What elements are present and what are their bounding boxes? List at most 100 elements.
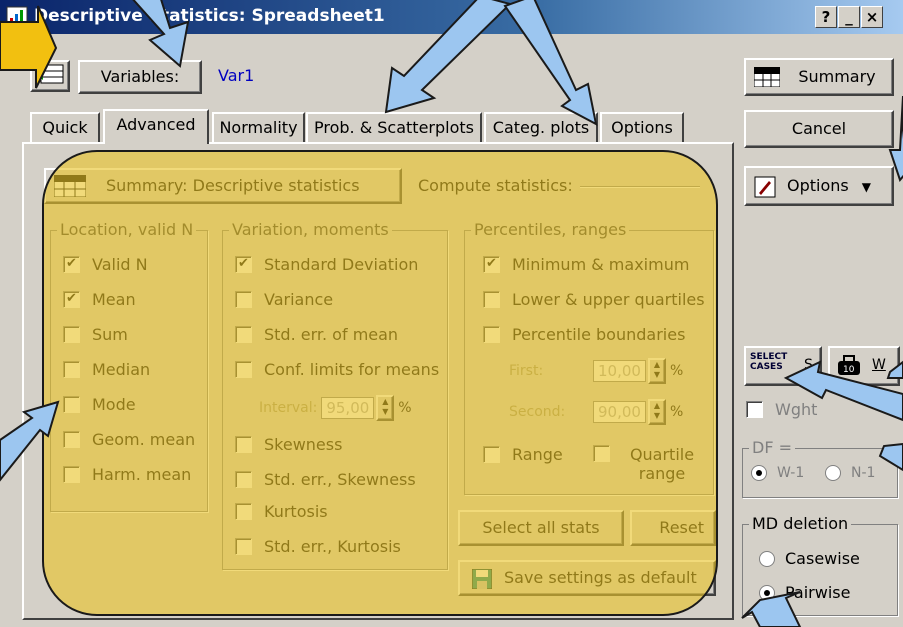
tab-normality[interactable]: Normality (212, 112, 305, 142)
std-err-skewness-checkbox[interactable]: Std. err., Skewness (235, 470, 416, 489)
second-spinner[interactable]: ▲ ▼ (647, 399, 666, 425)
percentile-boundaries-checkbox[interactable]: Percentile boundaries (483, 325, 685, 344)
options-dialog-icon (754, 176, 776, 198)
second-row: Second: 90,00 ▲ ▼ % (509, 399, 683, 425)
mean-checkbox[interactable]: ✔ Mean (63, 290, 136, 309)
checkbox-box (235, 361, 252, 378)
select-all-stats-button[interactable]: Select all stats (458, 510, 624, 546)
radio-circle (759, 550, 775, 567)
interval-row: Interval: 95,00 ▲ ▼ % (259, 395, 412, 421)
checkbox-box (235, 503, 252, 520)
tab-quick[interactable]: Quick (30, 112, 100, 142)
std-err-mean-checkbox[interactable]: Std. err. of mean (235, 325, 398, 344)
save-settings-button[interactable]: Save settings as default (458, 560, 716, 596)
checkbox-label: Minimum & maximum (512, 255, 690, 274)
df-n1-radio[interactable]: N-1 (825, 465, 875, 481)
tab-advanced[interactable]: Advanced (103, 109, 209, 144)
checkbox-box (63, 431, 80, 448)
weight-checkbox[interactable]: Wght (746, 400, 817, 419)
skewness-checkbox[interactable]: Skewness (235, 435, 342, 454)
tab-prob-scatterplots[interactable]: Prob. & Scatterplots (306, 112, 482, 142)
interval-input[interactable]: 95,00 (321, 397, 375, 419)
checkbox-box (483, 326, 500, 343)
checkbox-box (235, 471, 252, 488)
grid-arrow-icon (35, 64, 64, 84)
variables-icon-button[interactable] (30, 60, 70, 92)
weight-button[interactable]: 10 W (828, 346, 900, 386)
select-cases-button[interactable]: SELECT CASES S (744, 346, 822, 386)
df-w1-radio[interactable]: W-1 (751, 465, 804, 481)
first-spinner[interactable]: ▲ ▼ (647, 358, 666, 384)
checkbox-label: Median (92, 360, 151, 379)
checkbox-box (483, 446, 500, 463)
second-input[interactable]: 90,00 (593, 401, 646, 423)
radio-circle (751, 465, 767, 481)
mode-checkbox[interactable]: Mode (63, 395, 136, 414)
tab-options[interactable]: Options (600, 112, 684, 142)
checkbox-box (63, 466, 80, 483)
checkbox-label: Variance (264, 290, 334, 309)
summary-table-icon (754, 67, 780, 87)
summary-descriptive-statistics-button[interactable]: Summary: Descriptive statistics (44, 168, 402, 204)
checkbox-box (235, 436, 252, 453)
title-bar[interactable]: Descriptive Statistics: Spreadsheet1 ? _… (0, 0, 903, 34)
minimize-button[interactable]: _ (838, 6, 860, 28)
svg-text:10: 10 (843, 365, 855, 375)
first-input[interactable]: 10,00 (593, 360, 646, 382)
df-group: DF = W-1 N-1 (742, 438, 898, 498)
md-deletion-group: MD deletion Casewise Pairwise (742, 514, 898, 616)
median-checkbox[interactable]: Median (63, 360, 150, 379)
checkbox-box (235, 291, 252, 308)
location-group-title: Location, valid N (57, 220, 197, 239)
checkbox-label: Valid N (92, 255, 148, 274)
kurtosis-checkbox[interactable]: Kurtosis (235, 502, 328, 521)
checkbox-label: Mean (92, 290, 136, 309)
harm-mean-checkbox[interactable]: Harm. mean (63, 465, 191, 484)
help-button[interactable]: ? (815, 6, 837, 28)
options-button-label: Options (786, 176, 849, 195)
standard-deviation-checkbox[interactable]: ✔ Standard Deviation (235, 255, 418, 274)
weight-icon: 10 (838, 355, 860, 375)
first-percent: % (669, 363, 684, 379)
summary-button-label: Summary (798, 67, 876, 86)
checkbox-box (235, 538, 252, 555)
conf-limits-checkbox[interactable]: Conf. limits for means (235, 360, 439, 379)
floppy-disk-icon (472, 569, 492, 589)
checkbox-box: ✔ (235, 256, 252, 273)
sum-checkbox[interactable]: Sum (63, 325, 128, 344)
radio-label: W-1 (777, 465, 805, 481)
close-button[interactable]: × (861, 6, 883, 28)
tab-categ-plots[interactable]: Categ. plots (484, 112, 598, 142)
checkbox-label: Skewness (264, 435, 343, 454)
checkbox-label: Harm. mean (92, 465, 192, 484)
std-err-kurtosis-checkbox[interactable]: Std. err., Kurtosis (235, 537, 401, 556)
checkbox-box (593, 445, 610, 462)
variation-moments-group: Variation, moments ✔ Standard Deviation V… (222, 220, 448, 570)
range-checkbox[interactable]: Range (483, 445, 563, 464)
min-max-checkbox[interactable]: ✔ Minimum & maximum (483, 255, 689, 274)
valid-n-checkbox[interactable]: ✔ Valid N (63, 255, 148, 274)
first-row: First: 10,00 ▲ ▼ % (509, 358, 683, 384)
checkbox-box (63, 361, 80, 378)
variables-button[interactable]: Variables: (78, 60, 202, 94)
radio-label: Casewise (785, 549, 860, 568)
checkbox-box: ✔ (63, 256, 80, 273)
divider (580, 186, 700, 188)
quartiles-checkbox[interactable]: Lower & upper quartiles (483, 290, 705, 309)
cancel-button[interactable]: Cancel (744, 110, 894, 148)
quartile-range-checkbox[interactable]: Quartile range (593, 445, 702, 483)
variance-checkbox[interactable]: Variance (235, 290, 333, 309)
options-button[interactable]: Options ▼ (744, 166, 894, 206)
md-deletion-title: MD deletion (749, 514, 852, 533)
app-chart-icon (6, 6, 28, 28)
checkbox-label: Range (512, 445, 563, 464)
pairwise-radio[interactable]: Pairwise (759, 583, 850, 602)
geom-mean-checkbox[interactable]: Geom. mean (63, 430, 195, 449)
checkbox-label: Standard Deviation (264, 255, 419, 274)
summary-button[interactable]: Summary (744, 58, 894, 96)
checkbox-label: Std. err. of mean (264, 325, 399, 344)
percentiles-ranges-group: Percentiles, ranges ✔ Minimum & maximum L… (464, 220, 714, 495)
casewise-radio[interactable]: Casewise (759, 549, 860, 568)
reset-button[interactable]: Reset (630, 510, 716, 546)
interval-spinner[interactable]: ▲ ▼ (376, 395, 395, 421)
